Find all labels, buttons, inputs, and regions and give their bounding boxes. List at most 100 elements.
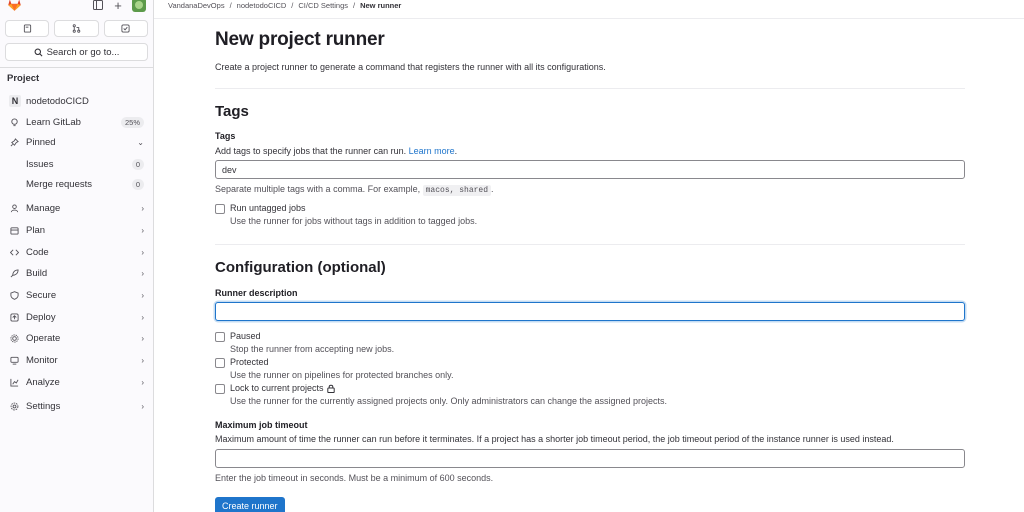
- chevron-right-icon: ›: [141, 247, 144, 257]
- chevron-right-icon: ›: [141, 401, 144, 411]
- sidebar-item-label: Analyze: [26, 376, 60, 388]
- sidebar-item-label: Learn GitLab: [26, 116, 81, 128]
- sidebar-item-label: Operate: [26, 332, 61, 344]
- sidebar-item-analyze[interactable]: Analyze ›: [0, 373, 153, 391]
- gitlab-logo-icon[interactable]: [7, 0, 22, 12]
- paused-label[interactable]: Paused: [230, 331, 394, 341]
- project-avatar: N: [9, 95, 21, 107]
- issues-count-button[interactable]: [5, 20, 50, 37]
- gear-icon: [10, 402, 19, 411]
- search-button[interactable]: Search or go to...: [5, 43, 148, 61]
- sidebar-item-pinned[interactable]: Pinned ⌄: [0, 133, 153, 151]
- breadcrumb-item-group[interactable]: VandanaDevOps: [168, 1, 225, 10]
- sidebar-item-monitor[interactable]: Monitor ›: [0, 351, 153, 369]
- tags-heading: Tags: [215, 103, 249, 120]
- protected-option: Protected Use the runner on pipelines fo…: [215, 357, 453, 380]
- learn-more-link[interactable]: Learn more: [409, 146, 455, 156]
- monitor-icon: [10, 356, 19, 365]
- chevron-right-icon: ›: [141, 355, 144, 365]
- sidebar-section-title: Project: [7, 73, 40, 84]
- lock-checkbox[interactable]: [215, 384, 225, 394]
- chevron-right-icon: ›: [141, 268, 144, 278]
- lock-label-row: Lock to current projects: [230, 383, 667, 393]
- tags-hint-suffix: .: [491, 184, 494, 194]
- sidebar-item-issues[interactable]: Issues 0: [0, 155, 153, 173]
- tags-hint-prefix: Separate multiple tags with a comma. For…: [215, 184, 421, 194]
- runner-description-label: Runner description: [215, 288, 298, 298]
- protected-label[interactable]: Protected: [230, 357, 453, 367]
- page-title: New project runner: [215, 29, 385, 50]
- section-divider: [215, 244, 965, 245]
- sidebar-topbar: +: [0, 0, 153, 16]
- merge-request-icon: [72, 24, 81, 33]
- header-divider: [154, 18, 1024, 19]
- thumbtack-icon: [10, 137, 19, 147]
- timeout-hint: Enter the job timeout in seconds. Must b…: [215, 473, 494, 483]
- breadcrumb: VandanaDevOps / nodetodoCICD / CI/CD Set…: [168, 0, 401, 10]
- merge-requests-count-button[interactable]: [54, 20, 99, 37]
- lock-option: Lock to current projects Use the runner …: [215, 383, 667, 406]
- sidebar-item-code[interactable]: Code ›: [0, 243, 153, 261]
- sidebar-item-label: Build: [26, 267, 48, 279]
- todos-count-button[interactable]: [103, 20, 148, 37]
- sidebar-item-label: Pinned: [26, 136, 56, 148]
- tags-help-text: Add tags to specify jobs that the runner…: [215, 146, 457, 156]
- paused-checkbox[interactable]: [215, 332, 225, 342]
- count-badge: 0: [131, 178, 144, 190]
- tags-input[interactable]: [215, 160, 965, 179]
- sidebar-item-label: nodetodoCICD: [26, 95, 89, 107]
- lock-label[interactable]: Lock to current projects: [230, 383, 324, 393]
- create-runner-button[interactable]: Create runner: [215, 497, 285, 512]
- paused-help: Stop the runner from accepting new jobs.: [230, 344, 395, 354]
- search-icon: [34, 48, 43, 56]
- sidebar-item-deploy[interactable]: Deploy ›: [0, 308, 153, 326]
- sidebar-item-label: Settings: [26, 400, 61, 412]
- tags-hint-example: macos, shared: [422, 185, 492, 196]
- run-untagged-label[interactable]: Run untagged jobs: [230, 203, 477, 213]
- progress-badge: 25%: [120, 116, 144, 128]
- sidebar-item-label: Merge requests: [26, 178, 93, 190]
- sidebar-item-project[interactable]: N nodetodoCICD: [0, 92, 153, 110]
- sidebar-item-manage[interactable]: Manage ›: [0, 199, 153, 217]
- sidebar-item-settings[interactable]: Settings ›: [0, 397, 153, 415]
- timeout-input[interactable]: [215, 449, 965, 468]
- sidebar-item-label: Code: [26, 246, 49, 258]
- code-icon: [10, 248, 19, 257]
- plus-icon[interactable]: +: [112, 0, 124, 12]
- chevron-right-icon: ›: [141, 225, 144, 235]
- sidebar-item-learn-gitlab[interactable]: Learn GitLab 25%: [0, 113, 153, 131]
- breadcrumb-item-cicd-settings[interactable]: CI/CD Settings: [298, 1, 348, 10]
- sidebar-item-label: Issues: [26, 158, 54, 170]
- sidebar-item-label: Deploy: [26, 311, 56, 323]
- sidebar: + Search or go to... Project N nodetodoC…: [0, 0, 154, 512]
- sidebar-item-secure[interactable]: Secure ›: [0, 286, 153, 304]
- page-description: Create a project runner to generate a co…: [215, 62, 606, 72]
- section-divider: [215, 88, 965, 89]
- timeout-label: Maximum job timeout: [215, 420, 308, 430]
- user-avatar[interactable]: [132, 0, 146, 12]
- run-untagged-option: Run untagged jobs Use the runner for job…: [215, 203, 477, 226]
- run-untagged-help: Use the runner for jobs without tags in …: [230, 216, 478, 226]
- chevron-right-icon: ›: [141, 203, 144, 213]
- sidebar-item-plan[interactable]: Plan ›: [0, 221, 153, 239]
- protected-checkbox[interactable]: [215, 358, 225, 368]
- breadcrumb-separator: /: [353, 0, 356, 10]
- paused-option: Paused Stop the runner from accepting ne…: [215, 331, 394, 354]
- timeout-help: Maximum amount of time the runner can ru…: [215, 434, 894, 444]
- sidebar-item-build[interactable]: Build ›: [0, 264, 153, 282]
- sidebar-toggle-icon[interactable]: [92, 0, 104, 12]
- shield-icon: [10, 290, 19, 300]
- chevron-right-icon: ›: [141, 377, 144, 387]
- run-untagged-checkbox[interactable]: [215, 204, 225, 214]
- cloud-gear-icon: [10, 333, 19, 343]
- breadcrumb-item-project[interactable]: nodetodoCICD: [237, 1, 287, 10]
- search-label: Search or go to...: [46, 46, 120, 58]
- sidebar-item-operate[interactable]: Operate ›: [0, 329, 153, 347]
- sidebar-counts: [5, 20, 148, 37]
- sidebar-item-label: Monitor: [26, 354, 58, 366]
- breadcrumb-current[interactable]: New runner: [360, 1, 401, 10]
- chevron-right-icon: ›: [141, 312, 144, 322]
- chart-icon: [10, 378, 19, 387]
- runner-description-input[interactable]: [215, 302, 965, 321]
- sidebar-item-merge-requests[interactable]: Merge requests 0: [0, 175, 153, 193]
